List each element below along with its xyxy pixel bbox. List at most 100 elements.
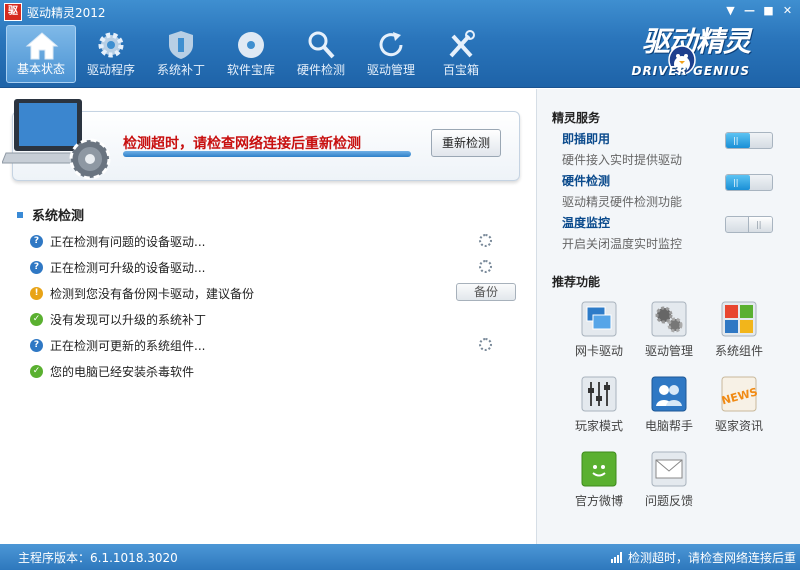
- service-desc: 驱动精灵硬件检测功能: [562, 195, 683, 209]
- service-temp-monitor: 温度监控 开启关闭温度实时监控: [562, 214, 782, 254]
- check-item-text: 正在检测可升级的设备驱动...: [50, 261, 206, 275]
- check-item-text: 正在检测可更新的系统组件...: [50, 339, 206, 353]
- tools-icon: [449, 30, 475, 58]
- system-check-header: 系统检测: [17, 205, 84, 224]
- equalizer-icon: [581, 376, 617, 412]
- plug-and-play-toggle[interactable]: [725, 132, 773, 149]
- tab-software-store[interactable]: 软件宝库: [216, 25, 286, 83]
- check-item: ? 正在检测可升级的设备驱动...: [30, 255, 530, 281]
- question-icon: ?: [30, 339, 43, 352]
- tab-drivers[interactable]: 驱动程序: [76, 25, 146, 83]
- service-desc: 硬件接入实时提供驱动: [562, 153, 683, 167]
- rec-label: 问题反馈: [644, 494, 693, 508]
- loading-spinner-icon: [479, 260, 492, 273]
- warning-icon: !: [30, 287, 43, 300]
- rec-label: 玩家模式: [574, 419, 623, 433]
- check-item: ? 正在检测有问题的设备驱动...: [30, 229, 530, 255]
- signal-icon: [610, 552, 622, 563]
- disc-icon: [238, 32, 264, 58]
- tab-hardware-detect[interactable]: 硬件检测: [286, 25, 356, 83]
- window-controls: ▼ — ■ ✕: [724, 4, 794, 17]
- check-item-text: 没有发现可以升级的系统补丁: [50, 313, 207, 327]
- system-check-title: 系统检测: [32, 209, 85, 224]
- service-name: 硬件检测: [562, 174, 611, 188]
- minimize-button[interactable]: —: [743, 4, 756, 17]
- rec-system-components[interactable]: 系统组件: [704, 299, 774, 369]
- rec-label: 驱家资讯: [714, 419, 763, 433]
- question-icon: ?: [30, 235, 43, 248]
- helper-icon: [651, 376, 687, 412]
- components-icon: [721, 301, 757, 337]
- tab-label: 软件宝库: [226, 63, 275, 77]
- maximize-button[interactable]: ■: [762, 4, 775, 17]
- check-item-text: 您的电脑已经安装杀毒软件: [50, 365, 195, 379]
- question-icon: ?: [30, 261, 43, 274]
- status-progress-fill: [123, 151, 411, 157]
- main-toolbar: 基本状态 驱动程序 系统补丁 软件宝库 硬件检测 驱动管理 百宝箱: [6, 25, 496, 83]
- tab-label: 硬件检测: [296, 63, 345, 77]
- refresh-icon: [379, 32, 403, 57]
- rec-network-card-driver[interactable]: 网卡驱动: [564, 299, 634, 369]
- recommended-title: 推荐功能: [552, 275, 601, 289]
- rec-pc-helper[interactable]: 电脑帮手: [634, 374, 704, 444]
- home-icon: [25, 32, 59, 60]
- feedback-icon: [651, 451, 687, 487]
- weibo-icon: [581, 451, 617, 487]
- backup-button[interactable]: 备份: [456, 283, 516, 301]
- version-label: 主程序版本：: [18, 551, 91, 565]
- brand-subtitle: DRIVER GENIUS: [631, 64, 750, 78]
- close-button[interactable]: ✕: [781, 4, 794, 17]
- check-item-text: 检测到您没有备份网卡驱动，建议备份: [50, 287, 255, 301]
- network-card-icon: [581, 301, 617, 337]
- loading-spinner-icon: [479, 338, 492, 351]
- check-item: ! 检测到您没有备份网卡驱动，建议备份 备份: [30, 281, 530, 307]
- rec-gamer-mode[interactable]: 玩家模式: [564, 374, 634, 444]
- service-desc: 开启关闭温度实时监控: [562, 237, 683, 251]
- hardware-detect-toggle[interactable]: [725, 174, 773, 191]
- shield-icon: [169, 31, 193, 59]
- news-icon: NEWS: [721, 376, 757, 412]
- check-item: ✓ 没有发现可以升级的系统补丁: [30, 307, 530, 333]
- temp-monitor-toggle[interactable]: [725, 216, 773, 233]
- title-toolbar-area: 驱 驱动精灵2012 ▼ — ■ ✕ 基本状态 驱动程序 系统补丁 软件宝库 硬…: [0, 0, 800, 88]
- rec-news[interactable]: NEWS 驱家资讯: [704, 374, 774, 444]
- ok-icon: ✓: [30, 365, 43, 378]
- rec-label: 官方微博: [574, 494, 623, 508]
- version-value: 6.1.1018.3020: [90, 551, 178, 565]
- app-logo-icon: 驱: [4, 3, 22, 21]
- tab-basic-status[interactable]: 基本状态: [6, 25, 76, 83]
- tab-toolbox[interactable]: 百宝箱: [426, 25, 496, 83]
- status-bar: 主程序版本：6.1.1018.3020 检测超时，请检查网络连接后重: [0, 544, 800, 570]
- status-message: 检测超时，请检查网络连接后重新检测: [123, 136, 361, 152]
- tab-label: 系统补丁: [156, 63, 205, 77]
- laptop-gear-icon: [2, 99, 111, 180]
- rec-driver-manage[interactable]: 驱动管理: [634, 299, 704, 369]
- rec-label: 系统组件: [714, 344, 763, 358]
- service-name: 即插即用: [562, 132, 611, 146]
- service-name: 温度监控: [562, 216, 611, 230]
- service-hardware-detect: 硬件检测 驱动精灵硬件检测功能: [562, 172, 782, 212]
- check-item: ? 正在检测可更新的系统组件...: [30, 333, 530, 359]
- loading-spinner-icon: [479, 234, 492, 247]
- rec-feedback[interactable]: 问题反馈: [634, 449, 704, 519]
- tab-system-patch[interactable]: 系统补丁: [146, 25, 216, 83]
- service-plug-and-play: 即插即用 硬件接入实时提供驱动: [562, 130, 782, 170]
- brand-logo: 驱动精灵 DRIVER GENIUS: [605, 18, 751, 82]
- window-title: 驱动精灵2012: [27, 6, 106, 20]
- status-progress-bar: [123, 151, 411, 157]
- rec-official-weibo[interactable]: 官方微博: [564, 449, 634, 519]
- rec-label: 网卡驱动: [574, 344, 623, 358]
- check-item: ✓ 您的电脑已经安装杀毒软件: [30, 359, 530, 385]
- tab-label: 百宝箱: [442, 63, 479, 77]
- tab-label: 驱动程序: [86, 63, 135, 77]
- statusbar-status: 检测超时，请检查网络连接后重: [610, 549, 796, 566]
- redetect-button[interactable]: 重新检测: [431, 129, 501, 157]
- tab-driver-manage[interactable]: 驱动管理: [356, 25, 426, 83]
- rec-label: 电脑帮手: [644, 419, 693, 433]
- gears-icon: [651, 301, 687, 337]
- main-panel: 检测超时，请检查网络连接后重新检测 重新检测 系统检测 ? 正在检测有问题的设备…: [0, 89, 536, 544]
- statusbar-status-text: 检测超时，请检查网络连接后重: [627, 551, 796, 565]
- skin-menu-button[interactable]: ▼: [724, 4, 737, 17]
- magnifier-icon: [308, 31, 335, 59]
- ok-icon: ✓: [30, 313, 43, 326]
